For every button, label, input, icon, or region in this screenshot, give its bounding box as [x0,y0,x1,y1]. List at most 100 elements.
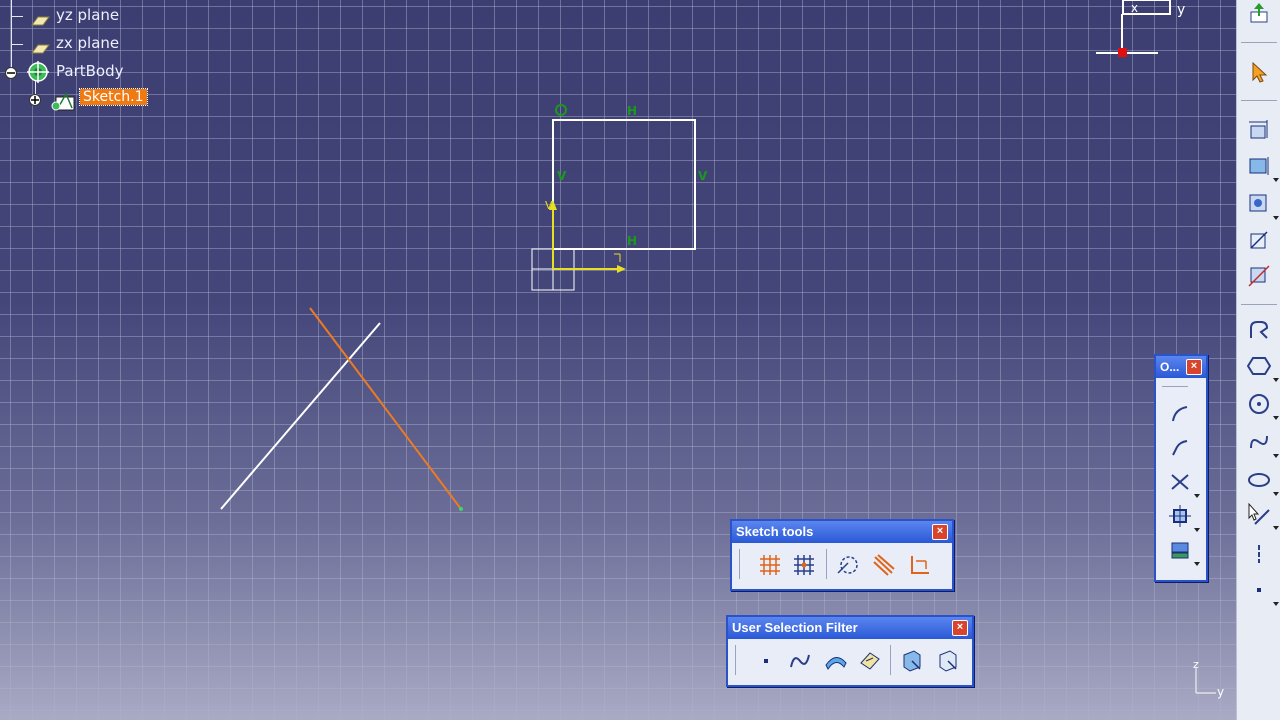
close-icon[interactable]: × [932,524,948,540]
line-icon[interactable] [1245,500,1279,530]
user-selection-filter-title: User Selection Filter [732,620,858,635]
tree-connector [11,16,23,17]
arc-icon[interactable] [1166,400,1194,428]
origin-square [552,268,575,291]
compass-x-label: x [1131,1,1138,15]
sketch-canvas[interactable]: H V V H V x y z y [0,0,1236,720]
compass-y-label: y [1177,2,1185,18]
sketch-tools-toolbar[interactable]: Sketch tools × [730,519,954,591]
plane-icon[interactable] [28,39,50,54]
user-selection-filter-titlebar[interactable]: User Selection Filter × [728,617,972,639]
tree-item-partbody[interactable]: PartBody [56,62,123,80]
point-filter-icon[interactable] [752,647,780,675]
profile-toolbar-title: O... [1160,360,1180,374]
dropdown-arrow-icon[interactable] [1194,494,1200,498]
fix-together-icon[interactable] [1245,226,1273,254]
close-icon[interactable]: × [1186,359,1202,375]
fillet-icon[interactable] [1166,434,1194,462]
constraint-left-v[interactable]: V [557,169,567,183]
sketch-viewport[interactable]: H V V H V x y z y yz plane zx plane Part… [0,0,1236,720]
dropdown-arrow-icon[interactable] [1273,492,1279,496]
geometrical-constraints-icon[interactable] [870,551,898,579]
user-selection-filter-toolbar[interactable]: User Selection Filter × [726,615,974,687]
constraint-box-icon[interactable] [1245,152,1279,182]
spline-icon[interactable] [1245,428,1279,458]
origin-square [531,248,554,270]
dropdown-arrow-icon[interactable] [1273,378,1279,382]
tree-item-zx-plane[interactable]: zx plane [56,34,119,52]
corner-y-label: y [1217,685,1224,699]
dropdown-arrow-icon[interactable] [1273,526,1279,530]
dropdown-arrow-icon[interactable] [1273,178,1279,182]
constraint-right-v[interactable]: V [698,169,708,183]
toolbar-grip[interactable] [1162,386,1188,387]
partbody-icon[interactable] [25,59,51,85]
snap-to-point-icon[interactable] [790,551,818,579]
plane-icon[interactable] [28,11,50,26]
dropdown-arrow-icon[interactable] [1273,454,1279,458]
circle-icon[interactable] [1245,390,1279,420]
construction-element-icon[interactable] [834,551,862,579]
grid-icon[interactable] [756,551,784,579]
toolbar-separator [1241,100,1277,101]
transformation-icon[interactable] [1166,502,1200,532]
tree-item-sketch-1[interactable]: Sketch.1 [79,88,148,106]
sketch-tools-body [732,543,952,589]
select-arrow-icon[interactable] [1245,58,1273,86]
tree-item-yz-plane[interactable]: yz plane [56,6,119,24]
constraint-top-h[interactable]: H [627,104,637,118]
exit-workbench-icon[interactable] [1245,0,1273,28]
dimensional-constraints-icon[interactable] [906,551,934,579]
volume-filter-icon[interactable] [856,647,884,675]
expand-icon[interactable] [29,91,41,106]
curve-filter-icon[interactable] [786,647,814,675]
profile-toolbar-body [1156,378,1206,580]
hexagon-icon[interactable] [1245,352,1279,382]
profile-toolbar[interactable]: O... × [1154,354,1208,582]
dropdown-arrow-icon[interactable] [1273,216,1279,220]
toolbar-separator [890,645,891,675]
profile-icon[interactable] [1245,316,1273,344]
geometrical-element-filter-icon[interactable] [934,647,962,675]
compass-origin-icon[interactable] [1118,48,1127,57]
sketch-tools-title: Sketch tools [736,524,814,539]
toolbar-grip[interactable] [739,549,740,579]
collapse-icon[interactable] [5,64,17,79]
tree-connector [11,0,12,68]
right-toolbar [1236,0,1280,720]
ellipse-icon[interactable] [1245,466,1279,496]
constraint-bottom-h[interactable]: H [627,234,637,248]
v-axis-label: V [545,199,553,212]
dropdown-arrow-icon[interactable] [1194,562,1200,566]
sketch-icon[interactable] [50,88,78,112]
corner-z-label: z [1193,658,1199,671]
origin-constraint-icon [555,104,567,116]
axis-icon[interactable] [1245,540,1273,568]
user-selection-filter-body [728,639,972,685]
toolbar-grip[interactable] [735,645,736,675]
feature-element-filter-icon[interactable] [898,647,926,675]
constraint-icon[interactable] [1245,116,1273,144]
animate-constraint-icon[interactable] [1245,262,1273,290]
point-icon[interactable] [1245,576,1279,606]
trim-icon[interactable] [1166,468,1200,498]
profile-toolbar-titlebar[interactable]: O... × [1156,356,1206,378]
surface-filter-icon[interactable] [822,647,850,675]
origin-square [531,268,554,291]
line-endpoint [459,507,463,511]
dropdown-arrow-icon[interactable] [1273,416,1279,420]
dropdown-arrow-icon[interactable] [1273,602,1279,606]
toolbar-separator [1241,304,1277,305]
close-icon[interactable]: × [952,620,968,636]
dropdown-arrow-icon[interactable] [1194,528,1200,532]
tree-connector [11,44,23,45]
h-axis-arrow [617,265,626,273]
white-line[interactable] [220,322,381,510]
origin-square [552,248,575,270]
toolbar-separator [1241,42,1277,43]
contact-constraint-icon[interactable] [1245,190,1279,220]
rectangle-profile[interactable] [552,119,696,250]
orange-line-preview[interactable] [309,307,462,510]
project-3d-icon[interactable] [1166,536,1200,566]
sketch-tools-titlebar[interactable]: Sketch tools × [732,521,952,543]
